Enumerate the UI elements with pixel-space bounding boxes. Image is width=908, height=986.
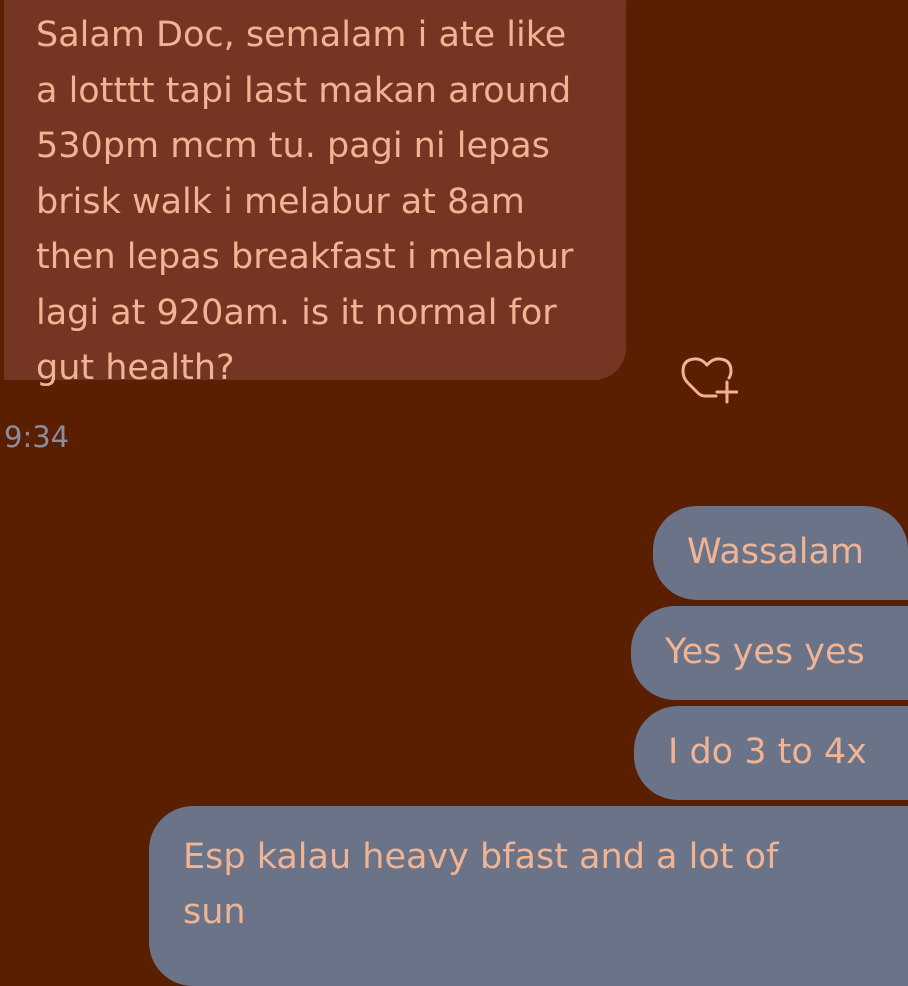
message-line: Esp kalau heavy bfast and a lot of [183, 837, 779, 877]
message-line: a lotttt tapi last makan around [36, 70, 572, 111]
outgoing-message-bubble[interactable]: Yes yes yes [631, 606, 908, 700]
message-line: gut health? [36, 348, 235, 388]
message-line: 530pm mcm tu. pagi ni lepas [36, 126, 550, 166]
message-line: lagi at 920am. is it normal for [36, 292, 557, 333]
outgoing-message-bubble[interactable]: I do 3 to 4x [634, 706, 908, 800]
message-line: Salam Doc, semalam i ate like [36, 15, 567, 55]
message-text: Wassalam [687, 532, 864, 572]
incoming-message-bubble[interactable]: Salam Doc, semalam i ate like a lotttt t… [4, 0, 626, 388]
message-timestamp: 9:34 [4, 420, 70, 454]
outgoing-message-bubble[interactable]: Esp kalau heavy bfast and a lot of sun [149, 806, 908, 986]
message-line: sun [183, 892, 246, 932]
outgoing-message-bubble[interactable]: Wassalam [653, 506, 908, 600]
message-line: then lepas breakfast i melabur [36, 237, 574, 277]
message-text: I do 3 to 4x [668, 732, 867, 772]
react-heart-plus-button[interactable] [680, 352, 739, 406]
heart-plus-icon [681, 357, 739, 404]
message-line: brisk walk i melabur at 8am [36, 181, 525, 222]
message-text: Yes yes yes [665, 632, 865, 672]
conversation-view: Salam Doc, semalam i ate like a lotttt t… [0, 0, 908, 986]
